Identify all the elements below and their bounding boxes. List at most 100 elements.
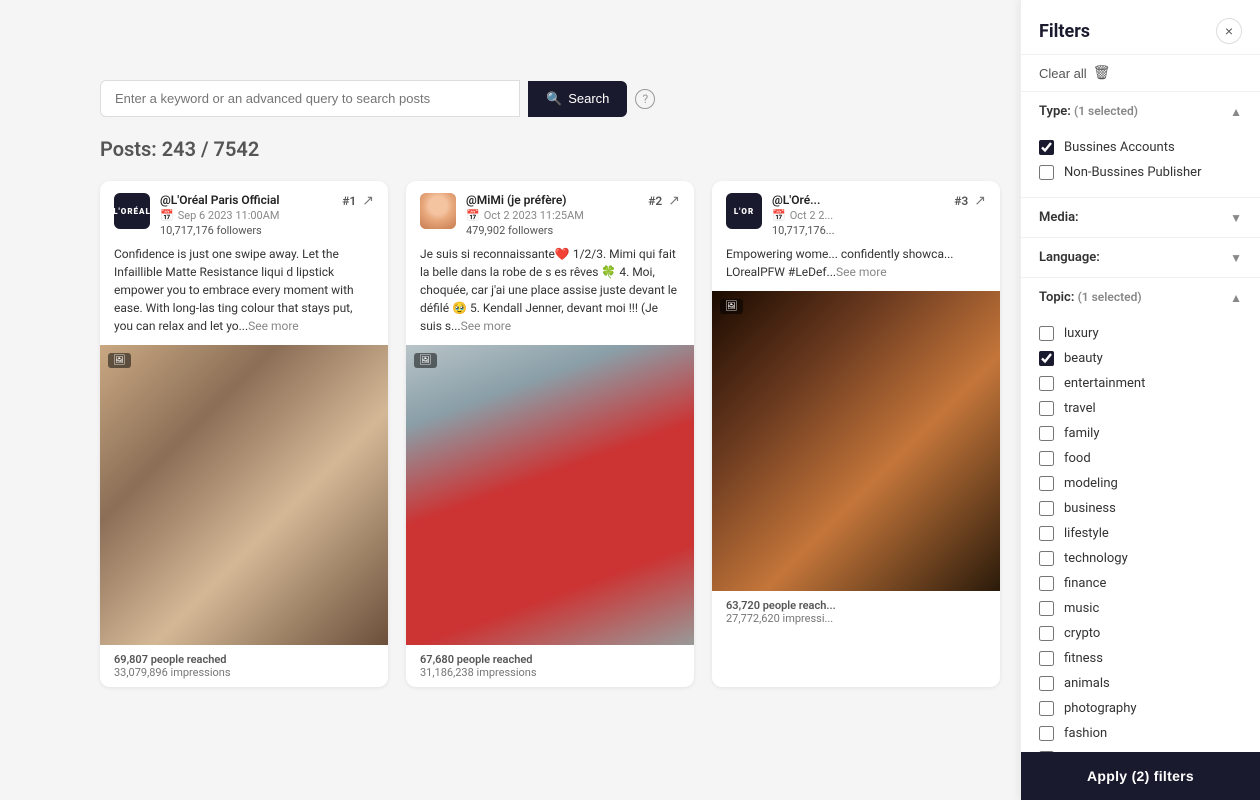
post-image: 🖼	[712, 291, 1000, 591]
checkbox-luxury[interactable]	[1039, 326, 1054, 341]
checkbox-lifestyle[interactable]	[1039, 526, 1054, 541]
checkbox-modeling[interactable]	[1039, 476, 1054, 491]
checkbox-label: beauty	[1064, 351, 1103, 366]
checkbox-item-photography[interactable]: photography	[1039, 696, 1242, 721]
checkbox-label: photography	[1064, 701, 1137, 716]
checkbox-item-non-bussines[interactable]: Non-Bussines Publisher	[1039, 160, 1242, 185]
post-rank-area: #3 ↗	[954, 193, 986, 209]
avatar: L'OR	[726, 193, 762, 229]
checkbox-music[interactable]	[1039, 601, 1054, 616]
checkbox-item-music[interactable]: music	[1039, 596, 1242, 621]
checkbox-label: fashion	[1064, 726, 1107, 741]
topic-section-header[interactable]: Topic: (1 selected) ▲	[1021, 278, 1260, 317]
type-section-content: Bussines Accounts Non-Bussines Publisher	[1021, 131, 1260, 197]
checkbox-label: food	[1064, 451, 1091, 466]
topic-section-content: luxury beauty entertainmenttravel family foo…	[1021, 317, 1260, 800]
external-link-icon[interactable]: ↗	[974, 193, 986, 209]
post-text: Confidence is just one swipe away. Let t…	[100, 245, 388, 345]
checkbox-item-crypto[interactable]: crypto	[1039, 621, 1242, 646]
type-selected-count: (1 selected)	[1074, 104, 1138, 118]
post-text: Empowering wome... confidently showca...…	[712, 245, 1000, 291]
checkbox-item-finance[interactable]: finance	[1039, 571, 1242, 596]
checkbox-crypto[interactable]	[1039, 626, 1054, 641]
checkbox-technology[interactable]	[1039, 551, 1054, 566]
post-card: @MiMi (je préfère) 📅 Oct 2 2023 11:25AM …	[406, 181, 694, 687]
checkbox-item-beauty[interactable]: beauty	[1039, 346, 1242, 371]
language-section-header[interactable]: Language: ▼	[1021, 238, 1260, 277]
checkbox-item-entertainment[interactable]: entertainment	[1039, 371, 1242, 396]
impressions-stat: 31,186,238 impressions	[420, 666, 680, 679]
checkbox-photography[interactable]	[1039, 701, 1054, 716]
posts-grid: L'ORÉAL @L'Oréal Paris Official 📅 Sep 6 …	[100, 181, 1000, 687]
checkbox-item-modeling[interactable]: modeling	[1039, 471, 1242, 496]
post-footer: 67,680 people reached 31,186,238 impress…	[406, 645, 694, 687]
filter-section-media: Media: ▼	[1021, 197, 1260, 237]
post-rank-area: #2 ↗	[648, 193, 680, 209]
checkbox-food[interactable]	[1039, 451, 1054, 466]
post-text: Je suis si reconnaissante❤️ 1/2/3. Mimi …	[406, 245, 694, 345]
checkbox-item-luxury[interactable]: luxury	[1039, 321, 1242, 346]
checkbox-label: animals	[1064, 676, 1110, 691]
post-username: @L'Oré...	[772, 193, 944, 207]
see-more-link[interactable]: See more	[461, 319, 512, 333]
media-section-header[interactable]: Media: ▼	[1021, 198, 1260, 237]
checkbox-entertainment[interactable]	[1039, 376, 1054, 391]
post-followers: 10,717,176 followers	[160, 224, 332, 237]
checkbox-item-travel[interactable]: travel	[1039, 396, 1242, 421]
search-button[interactable]: 🔍 Search	[528, 81, 627, 117]
image-label: 🖼	[108, 353, 131, 368]
rank-badge: #3	[954, 194, 968, 208]
checkbox-fitness[interactable]	[1039, 651, 1054, 666]
checkbox-item-fitness[interactable]: fitness	[1039, 646, 1242, 671]
external-link-icon[interactable]: ↗	[362, 193, 374, 209]
post-header: @MiMi (je préfère) 📅 Oct 2 2023 11:25AM …	[406, 181, 694, 245]
checkbox-travel[interactable]	[1039, 401, 1054, 416]
checkbox-label: technology	[1064, 551, 1128, 566]
help-icon[interactable]: ?	[635, 89, 655, 109]
checkbox-item-technology[interactable]: technology	[1039, 546, 1242, 571]
post-date: 📅 Oct 2 2023 11:25AM	[466, 209, 638, 222]
apply-filters-button[interactable]: Apply (2) filters	[1021, 752, 1260, 800]
search-icon: 🔍	[546, 91, 562, 107]
checkbox-label: crypto	[1064, 626, 1100, 641]
checkbox-bussines-accounts[interactable]	[1039, 140, 1054, 155]
checkbox-family[interactable]	[1039, 426, 1054, 441]
post-meta: @L'Oréal Paris Official 📅 Sep 6 2023 11:…	[160, 193, 332, 237]
see-more-link[interactable]: See more	[836, 265, 887, 279]
checkbox-fashion[interactable]	[1039, 726, 1054, 741]
checkbox-label: music	[1064, 601, 1099, 616]
checkbox-non-bussines[interactable]	[1039, 165, 1054, 180]
checkbox-beauty[interactable]	[1039, 351, 1054, 366]
type-section-header[interactable]: Type: (1 selected) ▲	[1021, 92, 1260, 131]
search-input[interactable]	[100, 80, 520, 117]
checkbox-item-family[interactable]: family	[1039, 421, 1242, 446]
checkbox-animals[interactable]	[1039, 676, 1054, 691]
checkbox-item-animals[interactable]: animals	[1039, 671, 1242, 696]
checkbox-item-fashion[interactable]: fashion	[1039, 721, 1242, 746]
checkbox-item-food[interactable]: food	[1039, 446, 1242, 471]
image-label: 🖼	[414, 353, 437, 368]
checkbox-item-bussines-accounts[interactable]: Bussines Accounts	[1039, 135, 1242, 160]
trash-icon: 🗑	[1093, 65, 1111, 81]
chevron-down-icon: ▼	[1230, 251, 1242, 265]
checkbox-item-lifestyle[interactable]: lifestyle	[1039, 521, 1242, 546]
see-more-link[interactable]: See more	[248, 319, 299, 333]
rank-badge: #2	[648, 194, 662, 208]
post-header: L'ORÉAL @L'Oréal Paris Official 📅 Sep 6 …	[100, 181, 388, 245]
checkbox-label: family	[1064, 426, 1099, 441]
checkbox-business[interactable]	[1039, 501, 1054, 516]
checkbox-item-business[interactable]: business	[1039, 496, 1242, 521]
filter-title: Filters	[1039, 21, 1090, 42]
checkbox-label: Non-Bussines Publisher	[1064, 165, 1201, 180]
language-section-title: Language:	[1039, 250, 1100, 265]
checkbox-finance[interactable]	[1039, 576, 1054, 591]
type-section-title: Type: (1 selected)	[1039, 104, 1138, 119]
post-rank-area: #1 ↗	[342, 193, 374, 209]
avatar	[420, 193, 456, 229]
topic-selected-count: (1 selected)	[1078, 290, 1142, 304]
clear-all-button[interactable]: Clear all	[1039, 66, 1087, 81]
media-section-title: Media:	[1039, 210, 1079, 225]
post-meta: @L'Oré... 📅 Oct 2 2... 10,717,176...	[772, 193, 944, 237]
external-link-icon[interactable]: ↗	[668, 193, 680, 209]
close-button[interactable]: ×	[1216, 18, 1242, 44]
